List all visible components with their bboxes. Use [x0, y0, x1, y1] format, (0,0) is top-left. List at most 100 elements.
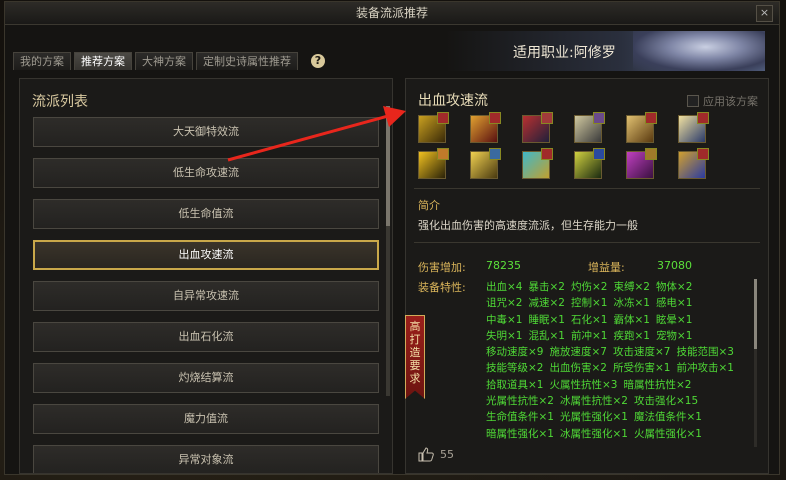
equip-weapon-icon[interactable] — [418, 112, 449, 143]
sub-icon — [437, 148, 449, 160]
trait-item: 拾取道具×1 — [486, 378, 544, 391]
apply-plan-checkbox[interactable]: 应用该方案 — [687, 93, 758, 109]
like-count: 55 — [440, 448, 454, 461]
trait-item: 技能范围×3 — [676, 346, 734, 359]
sub-icon — [437, 112, 449, 124]
build-item[interactable]: 灼烧结算流 — [33, 363, 379, 393]
sub-icon — [593, 112, 605, 124]
build-item[interactable]: 自异常攻速流 — [33, 281, 379, 311]
equip-belt-icon[interactable] — [626, 112, 657, 143]
build-list-heading: 流派列表 — [32, 94, 88, 110]
equip-shoulder-icon[interactable] — [574, 112, 605, 143]
trait-item: 生命值条件×1 — [486, 411, 554, 424]
damage-stat: 伤害增加: — [418, 259, 466, 275]
build-detail-panel: 出血攻速流 应用该方案 简介 强化出血伤害的高速度流派，但生存能力一般 伤害增加… — [405, 78, 769, 474]
build-item[interactable]: 低生命攻速流 — [33, 158, 379, 188]
equip-top-icon[interactable] — [522, 112, 553, 143]
tab-custom-epic[interactable]: 定制史诗属性推荐 — [196, 52, 298, 70]
build-item-selected[interactable]: 出血攻速流 — [33, 240, 379, 270]
trait-item: 出血伤害×2 — [549, 362, 607, 375]
trait-row: 诅咒×2 减速×2 控制×1 冰冻×1 感电×1 — [486, 295, 756, 311]
sub-icon — [489, 112, 501, 124]
build-list: 大天御特效流 低生命攻速流 低生命值流 出血攻速流 自异常攻速流 出血石化流 灼… — [33, 117, 383, 473]
job-label: 适用职业:阿修罗 — [513, 45, 616, 61]
trait-item: 光属性抗性×2 — [486, 395, 554, 408]
build-item[interactable]: 魔力值流 — [33, 404, 379, 434]
like-button[interactable]: 55 — [418, 447, 454, 462]
trait-item: 技能等级×2 — [486, 362, 544, 375]
build-item[interactable]: 出血石化流 — [33, 322, 379, 352]
apply-plan-label: 应用该方案 — [703, 95, 758, 108]
equip-title-icon[interactable] — [470, 112, 501, 143]
tab-expert-plans[interactable]: 大神方案 — [135, 52, 193, 70]
sub-icon — [645, 148, 657, 160]
high-craft-requirement-banner: 高打造要求 — [405, 315, 425, 399]
sub-icon — [489, 148, 501, 160]
sub-icon — [645, 112, 657, 124]
trait-item: 暴击×2 — [528, 281, 565, 293]
thumbs-up-icon — [418, 447, 434, 462]
build-list-scrollbar[interactable] — [386, 106, 390, 396]
trait-item: 失明×1 — [486, 329, 523, 342]
trait-item: 出血×4 — [486, 281, 523, 293]
trait-item: 冰冻×1 — [613, 297, 650, 310]
equip-necklace-icon[interactable] — [522, 148, 553, 179]
scrollbar-thumb[interactable] — [386, 106, 390, 226]
trait-row: 中毒×1 睡眠×1 石化×1 霸体×1 眩晕×1 — [486, 312, 756, 328]
trait-item: 火属性强化×1 — [633, 427, 702, 440]
tab-my-plans[interactable]: 我的方案 — [13, 52, 71, 70]
sub-icon — [541, 112, 553, 124]
trait-item: 束缚×2 — [613, 281, 650, 293]
build-item[interactable]: 低生命值流 — [33, 199, 379, 229]
trait-item: 宠物×1 — [655, 329, 693, 342]
traits-scrollbar[interactable] — [754, 279, 757, 447]
gain-label: 增益量: — [588, 261, 625, 274]
trait-item: 暗属性抗性×2 — [623, 378, 692, 391]
gain-value: 37080 — [657, 259, 692, 272]
damage-label: 伤害增加: — [418, 261, 466, 274]
close-button[interactable]: × — [756, 5, 773, 22]
equip-magic-stone-icon[interactable] — [678, 148, 709, 179]
traits-label: 装备特性: — [418, 281, 466, 294]
build-title: 出血攻速流 — [418, 93, 488, 109]
tab-recommended[interactable]: 推荐方案 — [74, 52, 132, 70]
divider — [414, 188, 760, 189]
trait-item: 攻击强化×15 — [633, 395, 699, 408]
equip-pants-icon[interactable] — [678, 112, 709, 143]
equip-support-icon[interactable] — [626, 148, 657, 179]
gain-stat: 增益量: — [588, 259, 625, 275]
damage-value: 78235 — [486, 259, 521, 272]
trait-row: 移动速度×9 施放速度×7 攻击速度×7 技能范围×3 — [486, 344, 756, 360]
trait-item: 火属性抗性×3 — [549, 378, 618, 391]
title-bar[interactable]: 装备流派推荐 × — [5, 2, 779, 25]
checkbox-box[interactable] — [687, 95, 699, 107]
intro-heading: 简介 — [418, 199, 440, 212]
equip-ring-icon[interactable] — [574, 148, 605, 179]
trait-item: 石化×1 — [570, 313, 608, 326]
trait-item: 暗属性强化×1 — [486, 427, 554, 440]
equip-bracelet-icon[interactable] — [470, 148, 501, 179]
window-title: 装备流派推荐 — [355, 6, 428, 20]
trait-item: 前冲×1 — [570, 329, 608, 342]
damage-value-wrap: 78235 — [486, 259, 521, 272]
trait-item: 灼伤×2 — [570, 281, 608, 293]
help-icon[interactable]: ? — [311, 54, 325, 68]
trait-item: 物体×2 — [655, 281, 693, 293]
sub-icon — [697, 148, 709, 160]
trait-item: 攻击速度×7 — [612, 346, 671, 359]
trait-item: 混乱×1 — [528, 329, 565, 342]
trait-item: 移动速度×9 — [486, 346, 544, 359]
trait-item: 疾跑×1 — [613, 329, 650, 342]
build-item[interactable]: 大天御特效流 — [33, 117, 379, 147]
gain-value-wrap: 37080 — [657, 259, 692, 272]
trait-row: 失明×1 混乱×1 前冲×1 疾跑×1 宠物×1 — [486, 328, 756, 344]
intro-text: 强化出血伤害的高速度流派，但生存能力一般 — [418, 219, 638, 232]
build-item[interactable]: 异常对象流 — [33, 445, 379, 473]
scrollbar-thumb[interactable] — [754, 279, 757, 349]
trait-row: 光属性抗性×2 冰属性抗性×2 攻击强化×15 — [486, 393, 756, 409]
equip-shoes-icon[interactable] — [418, 148, 449, 179]
trait-item: 控制×1 — [570, 297, 608, 310]
character-portrait — [633, 31, 765, 71]
divider — [414, 242, 760, 243]
trait-item: 诅咒×2 — [486, 297, 523, 310]
